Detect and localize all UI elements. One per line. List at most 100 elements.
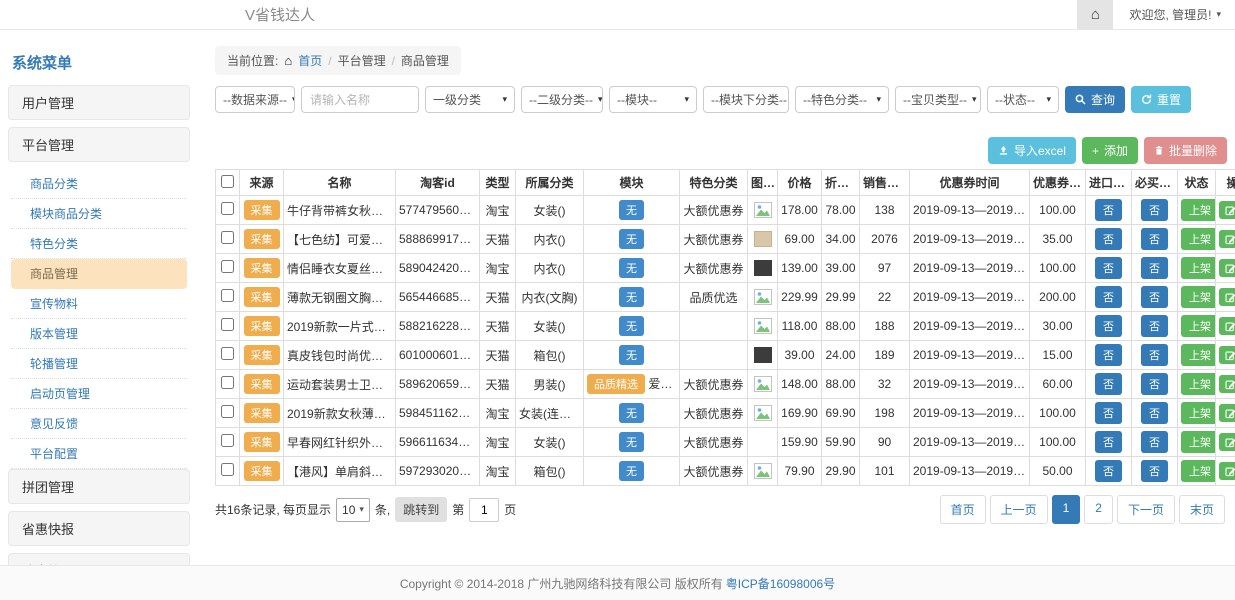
filter-select-level2[interactable]: --二级分类--▾	[521, 86, 603, 113]
imported-toggle[interactable]: 否	[1095, 257, 1122, 279]
row-checkbox[interactable]	[221, 463, 234, 476]
sidebar-item[interactable]: 省惠快报	[8, 511, 190, 546]
edit-button[interactable]	[1219, 317, 1235, 335]
status-toggle[interactable]: 上架	[1181, 315, 1216, 337]
imported-toggle[interactable]: 否	[1095, 199, 1122, 221]
status-toggle[interactable]: 上架	[1181, 460, 1216, 482]
row-checkbox[interactable]	[221, 318, 234, 331]
product-name: 2019新款一片式系...	[284, 312, 396, 341]
select-all-checkbox[interactable]	[221, 175, 234, 188]
name-search-input[interactable]	[301, 86, 419, 113]
search-button[interactable]: 查询	[1065, 86, 1125, 113]
edit-button[interactable]	[1219, 404, 1235, 422]
edit-button[interactable]	[1219, 230, 1235, 248]
page-button[interactable]: 1	[1052, 495, 1081, 524]
imported-toggle[interactable]: 否	[1095, 373, 1122, 395]
imported-toggle[interactable]: 否	[1095, 315, 1122, 337]
price: 39.00	[778, 341, 822, 370]
edit-button[interactable]	[1219, 462, 1235, 480]
imported-toggle[interactable]: 否	[1095, 402, 1122, 424]
sidebar-item[interactable]: 平台配置	[11, 439, 187, 469]
must-buy-toggle[interactable]: 否	[1141, 373, 1168, 395]
sidebar-item[interactable]: 消息管理	[8, 553, 190, 565]
status-toggle[interactable]: 上架	[1181, 344, 1216, 366]
imported-toggle[interactable]: 否	[1095, 228, 1122, 250]
edit-button[interactable]	[1219, 259, 1235, 277]
filter-select-source[interactable]: --数据来源--▾	[215, 86, 295, 113]
price: 159.90	[778, 428, 822, 457]
sidebar-item-label: 商品分类	[30, 177, 78, 191]
must-buy-toggle[interactable]: 否	[1141, 402, 1168, 424]
must-buy-toggle[interactable]: 否	[1141, 257, 1168, 279]
imported-toggle[interactable]: 否	[1095, 344, 1122, 366]
status-toggle[interactable]: 上架	[1181, 431, 1216, 453]
sidebar-item[interactable]: 商品分类	[11, 169, 187, 199]
status-toggle[interactable]: 上架	[1181, 286, 1216, 308]
filter-select-status[interactable]: --状态--▾	[987, 86, 1059, 113]
breadcrumb-home-link[interactable]: 首页	[298, 52, 322, 69]
must-buy-toggle[interactable]: 否	[1141, 460, 1168, 482]
status-toggle[interactable]: 上架	[1181, 199, 1216, 221]
filter-select-module[interactable]: --模块--▾	[609, 86, 697, 113]
page-button[interactable]: 首页	[940, 495, 986, 524]
sidebar-item[interactable]: 轮播管理	[11, 349, 187, 379]
must-buy-toggle[interactable]: 否	[1141, 315, 1168, 337]
status-toggle[interactable]: 上架	[1181, 228, 1216, 250]
icp-link[interactable]: 粤ICP备16098006号	[726, 575, 835, 592]
filter-select-module-sub[interactable]: --模块下分类--▾	[703, 86, 789, 113]
row-checkbox[interactable]	[221, 289, 234, 302]
edit-button[interactable]	[1219, 375, 1235, 393]
row-checkbox[interactable]	[221, 260, 234, 273]
batch-delete-button[interactable]: 批量删除	[1144, 137, 1227, 164]
must-buy-toggle[interactable]: 否	[1141, 344, 1168, 366]
must-buy-toggle[interactable]: 否	[1141, 431, 1168, 453]
status-toggle[interactable]: 上架	[1181, 373, 1216, 395]
per-page-select[interactable]: 10 ▾	[336, 498, 370, 522]
sidebar-item[interactable]: 拼团管理	[8, 469, 190, 504]
row-checkbox[interactable]	[221, 405, 234, 418]
must-buy-toggle[interactable]: 否	[1141, 286, 1168, 308]
filter-select-feature[interactable]: --特色分类--▾	[795, 86, 889, 113]
edit-button[interactable]	[1219, 433, 1235, 451]
filter-select-level1[interactable]: 一级分类▾	[425, 86, 515, 113]
app-title: V省钱达人	[245, 4, 315, 25]
row-checkbox[interactable]	[221, 376, 234, 389]
add-button[interactable]: + 添加	[1082, 137, 1138, 164]
sidebar-item[interactable]: 意见反馈	[11, 409, 187, 439]
import-excel-button[interactable]: 导入excel	[988, 137, 1076, 164]
must-buy-toggle[interactable]: 否	[1141, 199, 1168, 221]
sidebar-item[interactable]: 用户管理	[8, 85, 190, 120]
sidebar-item[interactable]: 模块商品分类	[11, 199, 187, 229]
jump-page-input[interactable]	[469, 498, 499, 522]
page-button[interactable]: 下一页	[1117, 495, 1175, 524]
sidebar-item[interactable]: 启动页管理	[11, 379, 187, 409]
jump-to-button[interactable]: 跳转到	[395, 497, 447, 522]
edit-icon	[1225, 437, 1235, 448]
sidebar-item[interactable]: 宣传物料	[11, 289, 187, 319]
reset-button[interactable]: 重置	[1131, 86, 1191, 113]
edit-button[interactable]	[1219, 201, 1235, 219]
status-toggle[interactable]: 上架	[1181, 257, 1216, 279]
sidebar-item[interactable]: 平台管理	[8, 127, 190, 162]
sidebar-item[interactable]: 商品管理	[11, 259, 187, 289]
imported-toggle[interactable]: 否	[1095, 460, 1122, 482]
sidebar-item[interactable]: 特色分类	[11, 229, 187, 259]
user-menu[interactable]: 欢迎您, 管理员! ▾	[1113, 6, 1235, 23]
product-thumbnail-icon	[754, 202, 772, 218]
page-button[interactable]: 末页	[1179, 495, 1225, 524]
imported-toggle[interactable]: 否	[1095, 286, 1122, 308]
imported-toggle[interactable]: 否	[1095, 431, 1122, 453]
row-checkbox[interactable]	[221, 434, 234, 447]
sidebar-item[interactable]: 版本管理	[11, 319, 187, 349]
row-checkbox[interactable]	[221, 202, 234, 215]
row-checkbox[interactable]	[221, 347, 234, 360]
status-toggle[interactable]: 上架	[1181, 402, 1216, 424]
must-buy-toggle[interactable]: 否	[1141, 228, 1168, 250]
edit-button[interactable]	[1219, 288, 1235, 306]
home-button[interactable]: ⌂	[1077, 0, 1113, 29]
page-button[interactable]: 上一页	[990, 495, 1048, 524]
filter-select-item-type[interactable]: --宝贝类型--▾	[895, 86, 981, 113]
edit-button[interactable]	[1219, 346, 1235, 364]
page-button[interactable]: 2	[1084, 495, 1113, 524]
row-checkbox[interactable]	[221, 231, 234, 244]
